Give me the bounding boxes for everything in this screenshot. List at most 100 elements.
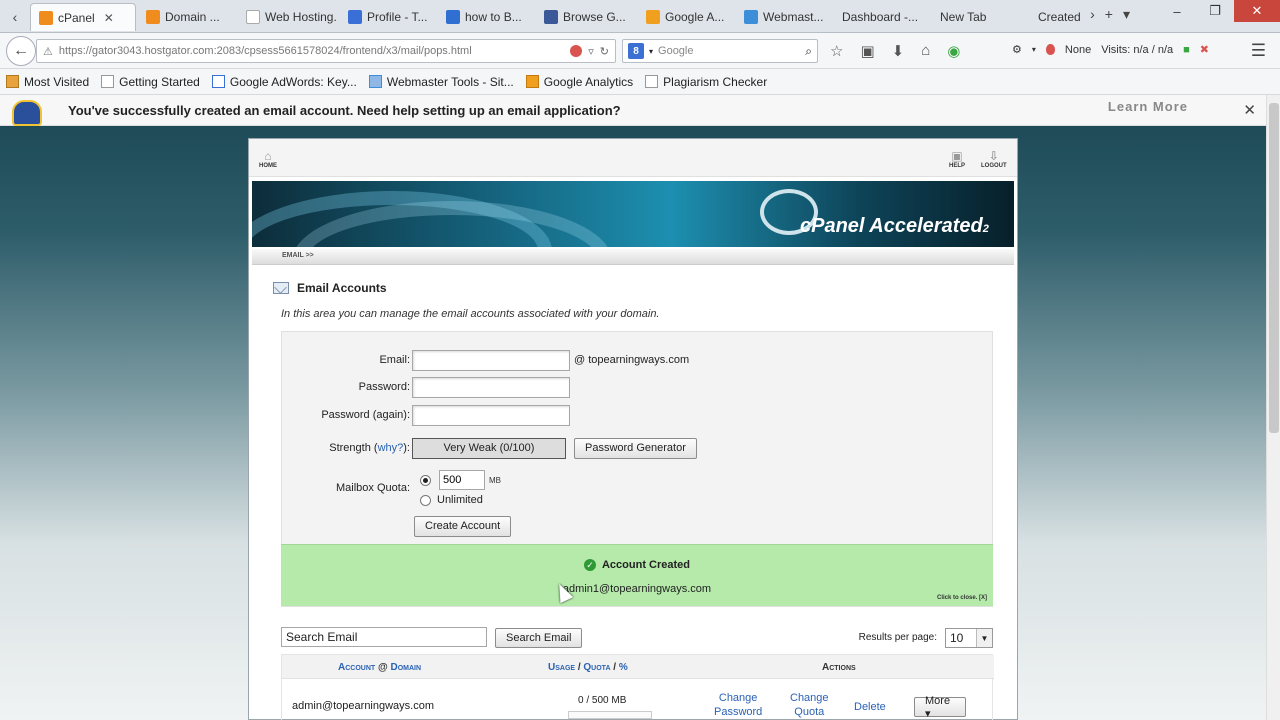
- tab-domain[interactable]: Domain ...: [138, 3, 236, 31]
- why-link[interactable]: why?: [378, 442, 404, 454]
- addon-dropdown-icon[interactable]: ▾: [1032, 45, 1036, 54]
- hamburger-menu-icon[interactable]: ☰: [1251, 41, 1266, 61]
- tab-web-hosting[interactable]: Web Hosting...: [238, 3, 338, 31]
- success-title: ✓ Account Created: [281, 559, 993, 571]
- success-title-text: Account Created: [601, 559, 691, 571]
- home-label: HOME: [259, 163, 277, 169]
- tab-label: Profile - T...: [367, 10, 428, 24]
- dropdown-arrow-icon[interactable]: ▿: [588, 45, 594, 58]
- new-tab-icon[interactable]: +: [1105, 6, 1113, 23]
- search-email-input[interactable]: [281, 627, 487, 647]
- strength-meter: Very Weak (0/100): [412, 437, 566, 459]
- delete-link[interactable]: Delete: [854, 700, 886, 714]
- domain-suffix: @ topearningways.com: [574, 354, 690, 366]
- address-bar[interactable]: ⚠ https://gator3043.hostgator.com:2083/c…: [36, 39, 616, 63]
- reload-icon[interactable]: ↻: [600, 45, 609, 58]
- tab-webmaster[interactable]: Webmast...: [736, 3, 832, 31]
- click-to-close-link[interactable]: Click to close. [X]: [937, 595, 987, 601]
- learn-more-button[interactable]: Learn More: [1108, 99, 1188, 114]
- search-email-button[interactable]: Search Email: [495, 628, 583, 648]
- tab-scroll-right-icon[interactable]: ›: [1090, 6, 1095, 23]
- breadcrumb[interactable]: EMAIL >>: [282, 252, 314, 259]
- tab-browse[interactable]: Browse G...: [536, 3, 636, 31]
- tab-close-icon[interactable]: ✕: [104, 11, 114, 25]
- home-icon: ⌂: [264, 149, 272, 163]
- help-link[interactable]: ▣ HELP: [949, 149, 965, 169]
- tab-how-to[interactable]: how to B...: [438, 3, 534, 31]
- more-button[interactable]: More ▾: [914, 695, 966, 720]
- create-account-button[interactable]: Create Account: [414, 515, 512, 537]
- bookmark-plagiarism-checker[interactable]: Plagiarism Checker: [645, 75, 767, 89]
- logout-label: LOGOUT: [981, 163, 1007, 169]
- notification-close-icon[interactable]: ✕: [1243, 101, 1256, 119]
- page-scrollbar[interactable]: [1266, 95, 1280, 720]
- tab-profile[interactable]: Profile - T...: [340, 3, 436, 31]
- col-usage-quota[interactable]: Usage / Quota / %: [548, 662, 628, 673]
- maximize-icon[interactable]: ❐: [1196, 0, 1234, 22]
- password-generator-button[interactable]: Password Generator: [574, 437, 697, 459]
- password-again-input[interactable]: [412, 404, 570, 426]
- results-per-page-select[interactable]: 10 ▼: [945, 628, 993, 648]
- strength-label-text: Strength: [329, 442, 371, 454]
- navigation-toolbar: ← ⚠ https://gator3043.hostgator.com:2083…: [0, 33, 1280, 69]
- page-title-text: Email Accounts: [297, 281, 387, 295]
- bookmark-label: Webmaster Tools - Sit...: [386, 74, 514, 89]
- tab-list-icon[interactable]: ▾: [1123, 6, 1130, 23]
- bookmark-webmaster-tools[interactable]: Webmaster Tools - Sit...: [368, 74, 514, 89]
- search-bar[interactable]: 8 ▾ Google ⌕: [622, 39, 818, 63]
- tab-new-tab[interactable]: New Tab: [932, 3, 1028, 31]
- home-link[interactable]: ⌂ HOME: [259, 149, 277, 169]
- results-value: 10: [950, 631, 964, 645]
- tab-dashboard[interactable]: Dashboard -...: [834, 3, 930, 31]
- tab-created[interactable]: Created: [1030, 3, 1088, 31]
- quota-unlimited-radio[interactable]: [420, 494, 431, 506]
- search-engine-icon[interactable]: 8: [628, 43, 644, 59]
- analytics-icon: [525, 75, 539, 88]
- tab-scroll-left-icon[interactable]: ‹: [4, 4, 26, 30]
- change-password-link[interactable]: Change Password: [714, 691, 762, 719]
- create-row: Create Account: [282, 514, 994, 538]
- bookmark-google-adwords[interactable]: Google AdWords: Key...: [211, 75, 357, 89]
- magnifier-icon[interactable]: ⌕: [805, 44, 812, 59]
- bookmarks-menu-icon[interactable]: ▣: [860, 42, 874, 60]
- logout-link[interactable]: ⇩ LOGOUT: [981, 149, 1007, 169]
- section-description: In this area you can manage the email ac…: [281, 308, 660, 320]
- breadcrumb-bar: EMAIL >>: [252, 249, 1014, 265]
- minimize-icon[interactable]: –: [1158, 0, 1196, 22]
- extension-icon[interactable]: ■: [1183, 44, 1190, 56]
- window-close-icon[interactable]: ✕: [1234, 0, 1280, 22]
- email-input[interactable]: [412, 349, 570, 371]
- tab-cpanel[interactable]: cPanel ✕: [30, 3, 136, 31]
- page-title: Email Accounts: [273, 281, 387, 295]
- bookmark-getting-started[interactable]: Getting Started: [101, 75, 200, 89]
- chevron-down-icon: ▼: [976, 629, 992, 647]
- password-input[interactable]: [412, 376, 570, 398]
- col-at: @: [377, 662, 388, 673]
- change-quota-link[interactable]: Change Quota: [790, 691, 829, 719]
- addon-icon[interactable]: ⚙: [1012, 43, 1022, 56]
- col-account-domain[interactable]: Account @ Domain: [338, 662, 421, 673]
- tab-google-analytics[interactable]: Google A...: [638, 3, 734, 31]
- page-icon: [645, 75, 659, 88]
- tab-label: Domain ...: [165, 10, 220, 24]
- quota-mb-radio[interactable]: [420, 474, 431, 486]
- bookmark-most-visited[interactable]: Most Visited: [6, 75, 89, 89]
- back-arrow-icon[interactable]: ←: [6, 36, 36, 66]
- engine-dropdown-icon[interactable]: ▾: [649, 47, 653, 56]
- home-icon[interactable]: ⌂: [921, 42, 930, 60]
- bookmark-google-analytics[interactable]: Google Analytics: [525, 75, 633, 89]
- facebook-favicon-icon: [544, 10, 558, 24]
- stop-icon[interactable]: [570, 44, 583, 57]
- quota-input[interactable]: [439, 470, 485, 490]
- col-account: Account: [338, 662, 376, 673]
- scrollbar-thumb[interactable]: [1269, 103, 1279, 433]
- download-icon[interactable]: ⬇: [892, 42, 905, 60]
- created-email: admin1@topearningways.com: [562, 583, 712, 595]
- account-created-message[interactable]: ✓ Account Created admin1@topearningways.…: [281, 544, 993, 606]
- adwords-icon: [211, 75, 225, 88]
- sync-icon[interactable]: ◉: [947, 42, 960, 60]
- block-icon[interactable]: ✖: [1200, 43, 1209, 56]
- bookmark-star-icon[interactable]: ☆: [830, 42, 843, 60]
- gear-icon: [6, 75, 19, 88]
- cpanel-panel: ⌂ HOME ▣ HELP ⇩ LOGOUT cPanel Accelerate…: [248, 138, 1018, 720]
